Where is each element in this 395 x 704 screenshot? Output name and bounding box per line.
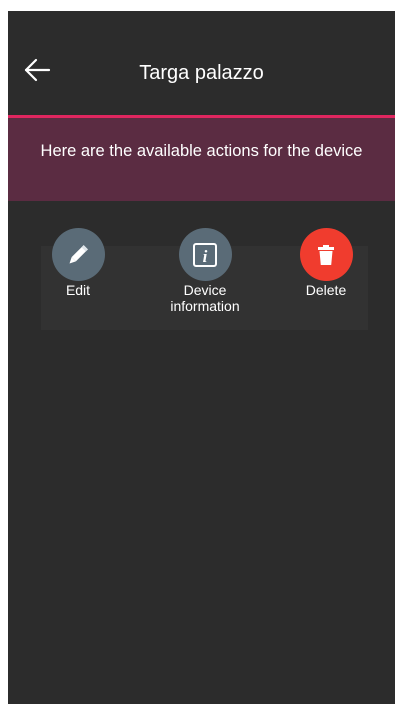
edit-label: Edit [65, 282, 91, 298]
svg-text:i: i [203, 247, 208, 266]
page-title: Targa palazzo [139, 62, 264, 84]
info-icon-circle: i [178, 228, 232, 281]
delete-label: Delete [305, 282, 347, 298]
device-information-label: Device information [170, 282, 240, 314]
delete-icon-circle [299, 228, 353, 281]
info-banner: Here are the available actions for the d… [8, 115, 395, 201]
banner-text: Here are the available actions for the d… [40, 142, 363, 160]
app-screen: Targa palazzo Here are the available act… [8, 11, 395, 704]
pencil-icon [69, 244, 88, 263]
device-information-action-button[interactable]: i Device information [145, 228, 265, 314]
trash-icon [318, 244, 334, 265]
edit-icon-circle [51, 228, 105, 281]
edit-action-button[interactable]: Edit [18, 228, 138, 298]
info-icon: i [193, 242, 217, 267]
delete-action-button[interactable]: Delete [266, 228, 386, 298]
app-header: Targa palazzo [8, 11, 395, 115]
